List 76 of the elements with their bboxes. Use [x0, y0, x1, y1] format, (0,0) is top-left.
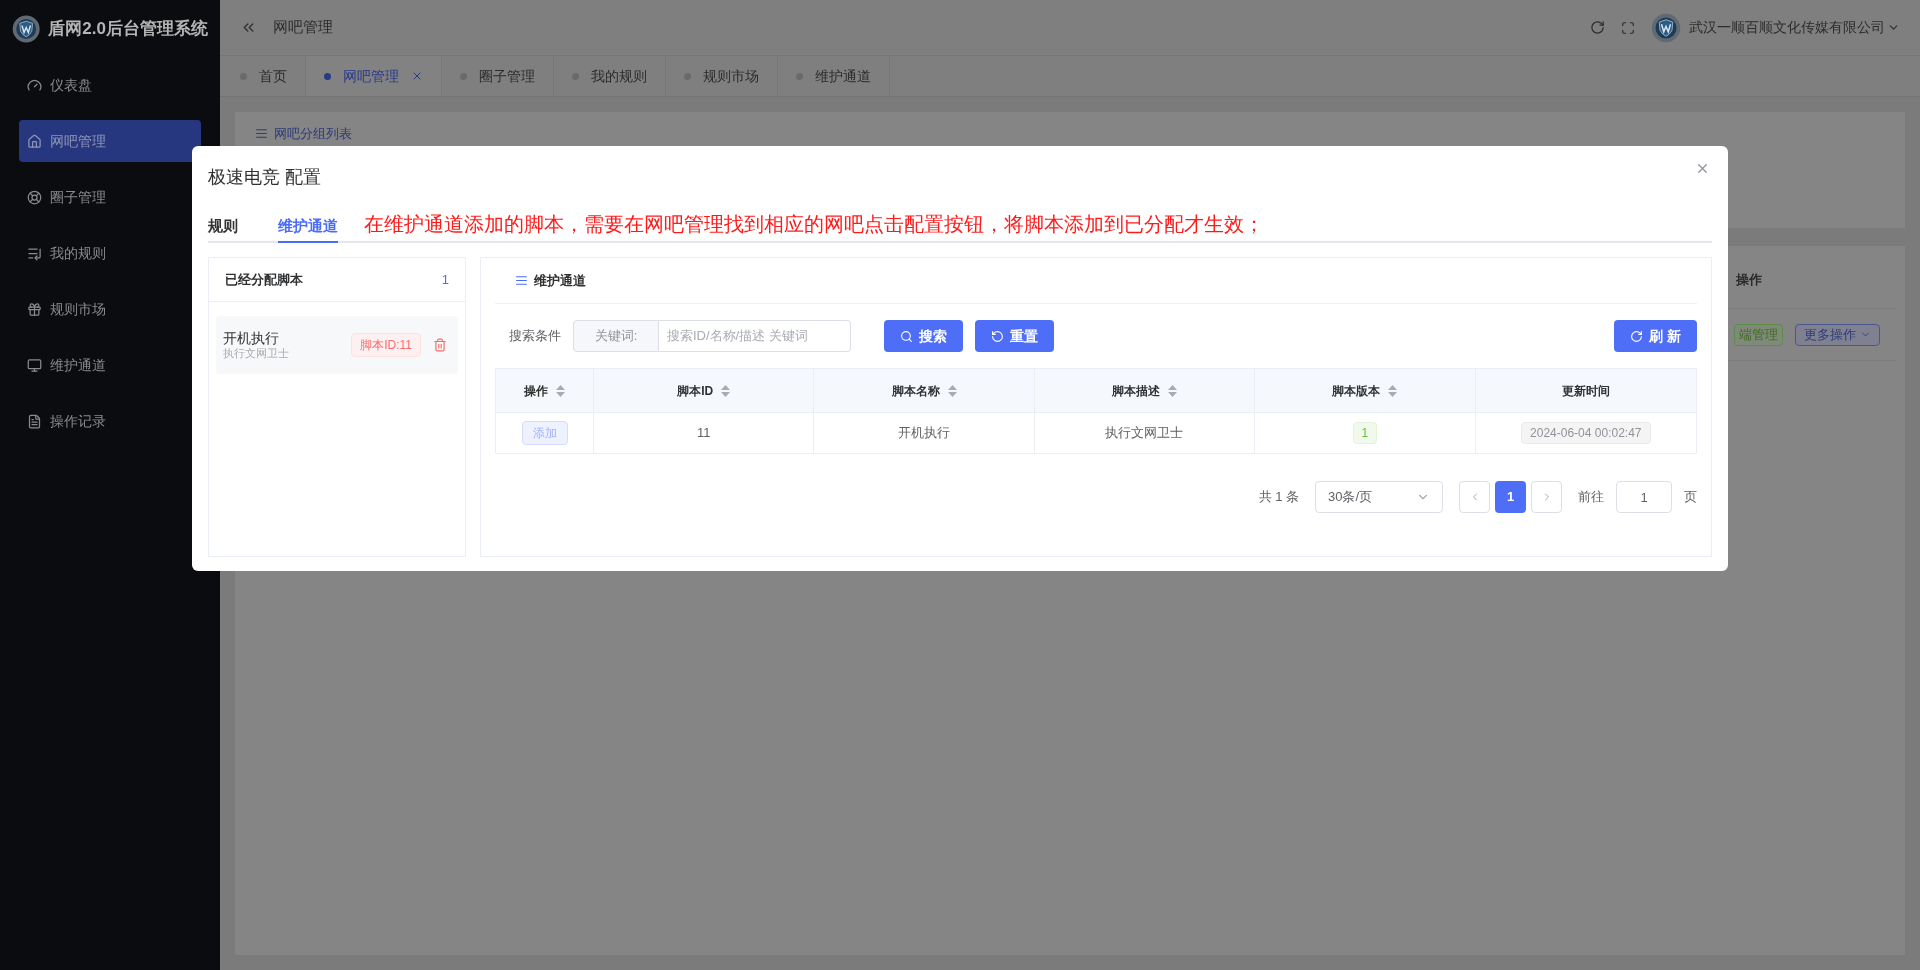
sidebar-item[interactable]: 规则市场	[19, 288, 201, 330]
sidebar-item[interactable]: 操作记录	[19, 400, 201, 442]
goto-label: 前往	[1578, 488, 1604, 507]
column-header: 脚本描述	[1034, 369, 1256, 412]
sort-icon[interactable]	[1168, 384, 1177, 397]
shield-logo-icon	[1651, 12, 1681, 43]
app-title: 盾网2.0后台管理系统	[48, 18, 208, 41]
sidebar-item[interactable]: 圈子管理	[19, 176, 201, 218]
dialog-tab[interactable]: 维护通道	[278, 211, 338, 243]
reset-button[interactable]: 重置	[975, 320, 1054, 352]
total-count: 共 1 条	[1258, 488, 1299, 507]
keyword-field[interactable]: 搜索ID/名称/描述 关键词	[659, 320, 851, 352]
notice-text: 在维护通道添加的脚本，需要在网吧管理找到相应的网吧点击配置按钮，将脚本添加到已分配才生效；	[364, 212, 1264, 237]
card-title: 网吧分组列表	[274, 125, 352, 143]
close-tab-icon[interactable]	[411, 70, 423, 82]
goto-page-field[interactable]: 1	[1616, 481, 1672, 513]
list-icon	[27, 245, 42, 261]
sidebar-item[interactable]: 我的规则	[19, 232, 201, 274]
search-button[interactable]: 搜索	[884, 320, 963, 352]
column-header: 更新时间	[1560, 382, 1611, 400]
page-button[interactable]: 1	[1495, 481, 1526, 513]
monitor-icon	[27, 357, 42, 373]
sort-icon[interactable]	[721, 384, 731, 397]
document-icon	[27, 413, 42, 429]
list-icon	[255, 127, 268, 141]
list-icon	[515, 274, 528, 287]
page-tab[interactable]: 我的规则	[554, 56, 666, 96]
gift-icon	[27, 301, 42, 317]
refresh-button[interactable]: 刷 新	[1614, 320, 1697, 352]
column-header: 脚本名称	[814, 369, 1035, 412]
sort-icon[interactable]	[947, 384, 957, 397]
table-cell-text: 开机执行	[898, 424, 951, 443]
field-prefix: 关键词:	[573, 320, 659, 352]
search-icon	[900, 329, 913, 343]
script-id-tag: 脚本ID:11	[351, 333, 421, 357]
lifebuoy-icon	[27, 189, 42, 205]
dialog-title: 极速电竞 配置	[208, 166, 321, 189]
home-icon	[27, 133, 42, 149]
next-page-button[interactable]	[1531, 481, 1562, 513]
search-label: 搜索条件	[509, 327, 561, 346]
sidebar-item[interactable]: 网吧管理	[19, 120, 201, 162]
column-header: 操作	[496, 369, 594, 412]
script-name: 开机执行	[223, 330, 280, 346]
table-cell-text: 11	[696, 424, 711, 443]
company-menu[interactable]: 武汉一顺百顺文化传媒有限公司	[1689, 17, 1900, 38]
sort-icon[interactable]	[556, 384, 565, 397]
time-tag: 2024-06-04 00:02:47	[1521, 422, 1651, 444]
version-tag: 1	[1352, 422, 1378, 444]
prev-page-button[interactable]	[1459, 481, 1490, 513]
assigned-script-item[interactable]: 开机执行 执行文网卫士 脚本ID:11	[216, 316, 458, 374]
page-unit: 页	[1684, 488, 1697, 507]
gauge-icon	[27, 77, 42, 93]
panel-title: 维护通道	[534, 271, 586, 290]
page-tab[interactable]: 规则市场	[666, 56, 778, 96]
sidebar-item[interactable]: 维护通道	[19, 344, 201, 386]
dialog-tab[interactable]: 规则	[208, 211, 238, 243]
sort-icon[interactable]	[1388, 384, 1398, 397]
refresh-icon	[1630, 329, 1644, 343]
close-icon[interactable]	[1695, 161, 1710, 176]
panel-title: 已经分配脚本	[225, 270, 303, 289]
refresh-icon[interactable]	[1590, 20, 1605, 35]
column-header: 脚本ID	[594, 369, 815, 412]
column-header: 操作	[1736, 270, 1762, 289]
page-tab[interactable]: 维护通道	[778, 56, 890, 96]
fullscreen-icon[interactable]	[1621, 20, 1635, 35]
sidebar-item[interactable]: 仪表盘	[19, 64, 201, 106]
delete-icon[interactable]	[433, 338, 447, 352]
assigned-count: 1	[441, 270, 449, 289]
reset-icon	[991, 329, 1004, 343]
column-header: 脚本版本	[1255, 369, 1476, 412]
breadcrumb: 网吧管理	[273, 17, 333, 38]
table-cell-text: 执行文网卫士	[1105, 424, 1184, 443]
page-tab[interactable]: 圈子管理	[442, 56, 554, 96]
script-description: 执行文网卫士	[223, 346, 290, 360]
page-size-select[interactable]: 30条/页	[1315, 481, 1443, 513]
more-actions-button[interactable]: 更多操作	[1795, 323, 1880, 346]
